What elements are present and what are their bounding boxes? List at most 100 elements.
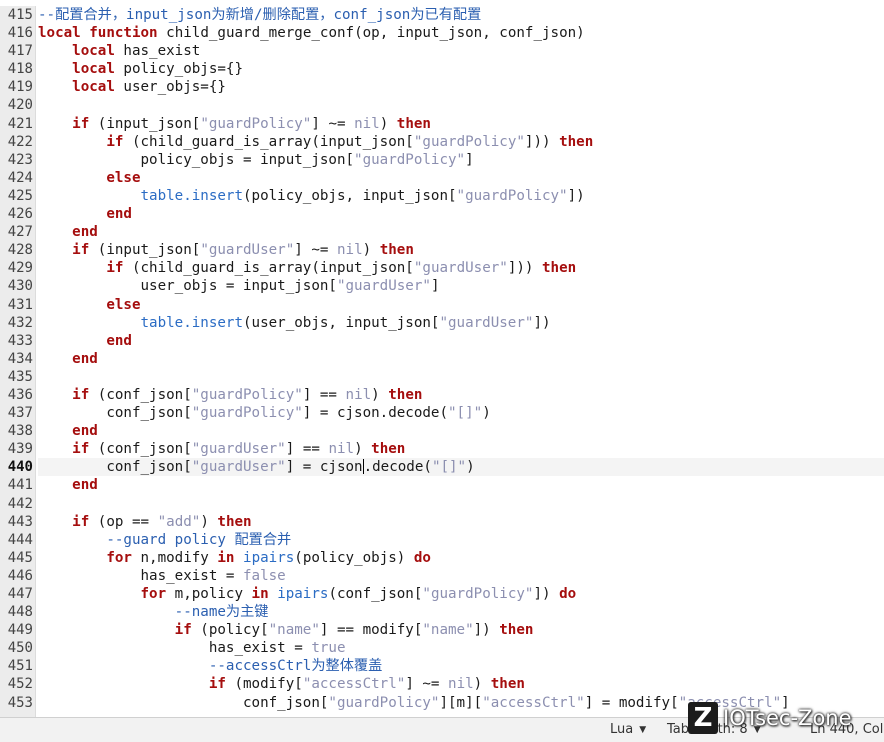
- code-line[interactable]: 419 local user_objs={}: [0, 78, 884, 96]
- line-number: 425: [7, 187, 33, 204]
- language-selector[interactable]: Lua ▼: [610, 718, 646, 742]
- line-number: 418: [7, 61, 33, 78]
- line-code: policy_objs = input_json["guardPolicy"]: [38, 151, 884, 169]
- code-token: "guardUser": [413, 260, 508, 277]
- code-token: "guardPolicy": [456, 187, 568, 204]
- code-line[interactable]: 428 if (input_json["guardUser"] ~= nil) …: [0, 241, 884, 259]
- line-number: 443: [7, 513, 33, 530]
- code-token: (policy_objs, input_json[: [243, 187, 457, 204]
- code-token: "guardPolicy": [354, 151, 466, 168]
- code-line[interactable]: 440 conf_json["guardUser"] = cjson.decod…: [0, 458, 884, 477]
- code-token: else: [106, 169, 141, 186]
- code-line[interactable]: 426 end: [0, 205, 884, 223]
- code-token: has_exist =: [38, 567, 243, 584]
- code-line[interactable]: 429 if (child_guard_is_array(input_json[…: [0, 259, 884, 277]
- line-number: 451: [7, 658, 33, 675]
- code-line[interactable]: 433 end: [0, 332, 884, 350]
- code-token: do: [559, 586, 577, 602]
- code-token: (user_objs, input_json[: [243, 314, 440, 331]
- code-line[interactable]: 441 end: [0, 476, 884, 494]
- code-line[interactable]: 430 user_objs = input_json["guardUser"]: [0, 277, 884, 295]
- code-line[interactable]: 451 --accessCtrl为整体覆盖: [0, 657, 884, 675]
- line-code: if (op == "add") then: [38, 513, 884, 531]
- code-line[interactable]: 449 if (policy["name"] == modify["name"]…: [0, 621, 884, 639]
- code-line[interactable]: 450 has_exist = true: [0, 639, 884, 657]
- code-line[interactable]: 447 for m,policy in ipairs(conf_json["gu…: [0, 585, 884, 603]
- code-token: ]): [567, 187, 585, 204]
- code-token: then: [559, 133, 594, 150]
- code-line[interactable]: 427 end: [0, 223, 884, 241]
- code-line[interactable]: 418 local policy_objs={}: [0, 60, 884, 78]
- code-line[interactable]: 435: [0, 368, 884, 386]
- code-line[interactable]: 442: [0, 495, 884, 513]
- code-line[interactable]: 421 if (input_json["guardPolicy"] ~= nil…: [0, 115, 884, 133]
- code-line[interactable]: 438 end: [0, 422, 884, 440]
- line-number: 416: [7, 25, 33, 42]
- code-token: ] = cjson.decode(: [302, 405, 449, 422]
- line-number: 430: [7, 278, 33, 295]
- code-token: (child_guard_is_array(input_json[: [123, 133, 414, 150]
- code-token: in: [251, 586, 269, 602]
- line-number: 422: [7, 133, 33, 150]
- code-token: (input_json[: [89, 242, 201, 259]
- code-token: ] = cjson: [285, 459, 363, 476]
- code-line[interactable]: 452 if (modify["accessCtrl"] ~= nil) the…: [0, 675, 884, 693]
- code-line[interactable]: 424 else: [0, 169, 884, 187]
- code-line[interactable]: 417 local has_exist: [0, 42, 884, 60]
- code-line[interactable]: 436 if (conf_json["guardPolicy"] == nil)…: [0, 386, 884, 404]
- line-code: local function child_guard_merge_conf(op…: [38, 24, 884, 42]
- code-token: ][m][: [439, 694, 483, 711]
- code-line[interactable]: 431 else: [0, 296, 884, 314]
- code-token: --accessCtrl为整体覆盖: [208, 658, 383, 675]
- code-token: ): [482, 405, 491, 422]
- code-token: "[]": [448, 405, 483, 422]
- code-line[interactable]: 446 has_exist = false: [0, 567, 884, 585]
- code-token: (policy[: [191, 622, 269, 639]
- code-line[interactable]: 420: [0, 96, 884, 114]
- code-token: --guard policy 配置合并: [106, 531, 292, 548]
- code-line[interactable]: 422 if (child_guard_is_array(input_json[…: [0, 133, 884, 151]
- line-code: conf_json["guardPolicy"] = cjson.decode(…: [38, 404, 884, 422]
- code-token: ): [362, 242, 380, 259]
- code-line[interactable]: 439 if (conf_json["guardUser"] == nil) t…: [0, 440, 884, 458]
- line-code: has_exist = false: [38, 567, 884, 585]
- code-token: "add": [157, 513, 201, 530]
- code-token: (conf_json[: [89, 386, 192, 403]
- code-token: ] ~=: [405, 676, 449, 693]
- code-token: ] ~=: [311, 115, 355, 132]
- code-line[interactable]: 443 if (op == "add") then: [0, 513, 884, 531]
- code-token: --name为主键: [174, 604, 269, 621]
- code-line[interactable]: 423 policy_objs = input_json["guardPolic…: [0, 151, 884, 169]
- code-line[interactable]: 432 table.insert(user_objs, input_json["…: [0, 314, 884, 332]
- code-token: then: [542, 260, 577, 277]
- code-token: function: [89, 25, 158, 42]
- code-line[interactable]: 444 --guard policy 配置合并: [0, 531, 884, 549]
- code-token: end: [106, 332, 132, 349]
- line-number: 427: [7, 224, 33, 241]
- code-line[interactable]: 434 end: [0, 350, 884, 368]
- code-token: end: [106, 206, 132, 223]
- line-code: --配置合并，input_json为新增/删除配置，conf_json为已有配置: [38, 6, 884, 24]
- code-editor[interactable]: 415 --配置合并，input_json为新增/删除配置，conf_json为已…: [0, 6, 884, 718]
- line-number: 429: [7, 260, 33, 277]
- code-token: "guardUser": [200, 242, 295, 259]
- code-token: local: [72, 61, 115, 78]
- code-line[interactable]: 415 --配置合并，input_json为新增/删除配置，conf_json为已…: [0, 6, 884, 24]
- code-line[interactable]: 445 for n,modify in ipairs(policy_objs) …: [0, 549, 884, 567]
- code-token: ] ~=: [294, 242, 337, 259]
- code-token: ])): [524, 133, 560, 150]
- line-number: 428: [7, 242, 33, 259]
- code-line[interactable]: 437 conf_json["guardPolicy"] = cjson.dec…: [0, 404, 884, 422]
- code-line[interactable]: 425 table.insert(policy_objs, input_json…: [0, 187, 884, 205]
- code-line[interactable]: 448 --name为主键: [0, 603, 884, 621]
- code-token: (op ==: [89, 513, 158, 530]
- code-line[interactable]: 416 local function child_guard_merge_conf…: [0, 24, 884, 42]
- code-token: "guardUser": [336, 278, 431, 295]
